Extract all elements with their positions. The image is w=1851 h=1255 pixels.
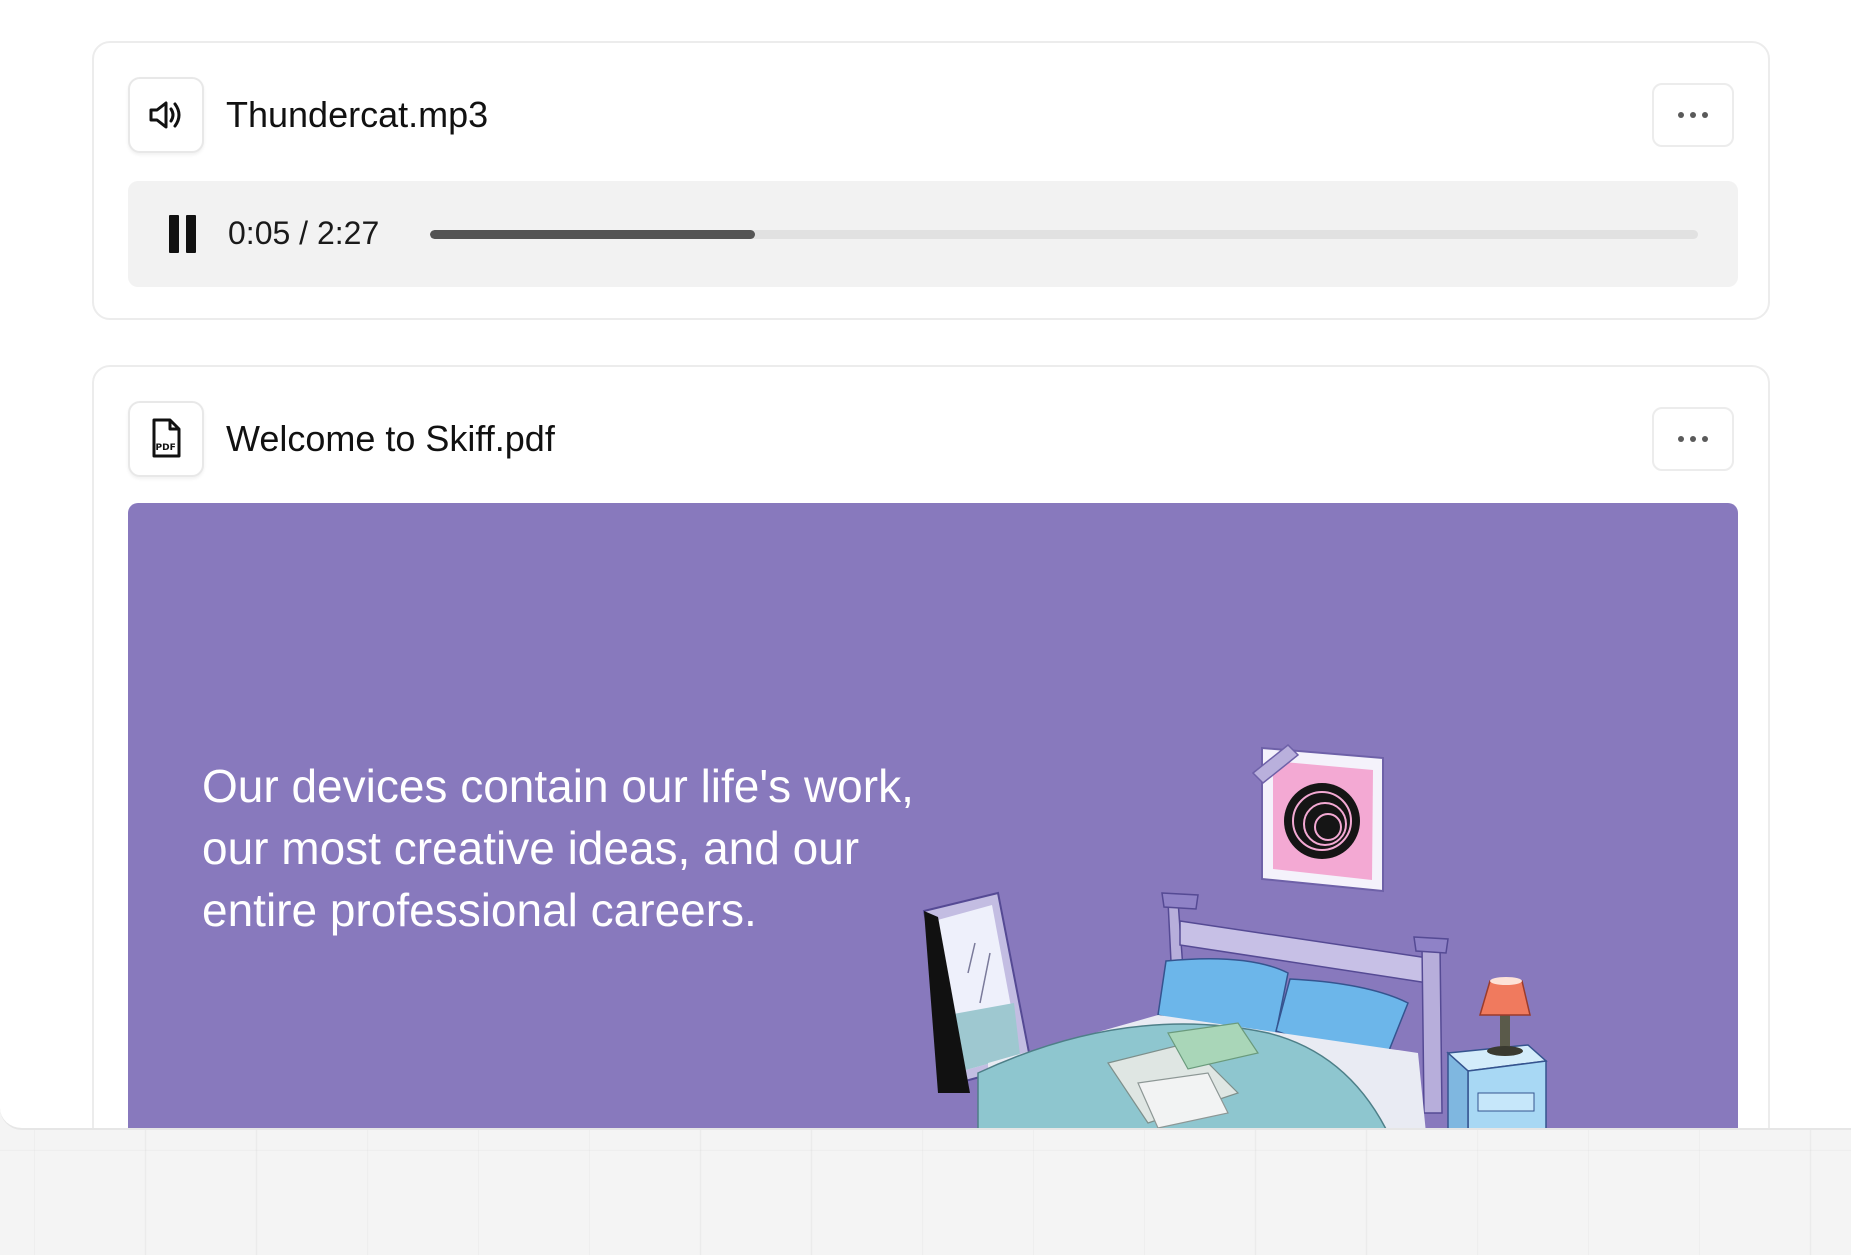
pdf-file-name[interactable]: Welcome to Skiff.pdf — [226, 417, 555, 461]
pause-icon — [169, 215, 179, 253]
pdf-attachment-card: PDF Welcome to Skiff.pdf Our devices con… — [92, 365, 1770, 1128]
playback-progress-bar[interactable] — [430, 230, 1698, 239]
message-attachments-panel: Thundercat.mp3 0:05 / 2:27 PDF Welcome t… — [0, 0, 1851, 1130]
playback-time: 0:05 / 2:27 — [228, 215, 380, 251]
audio-more-options-button[interactable] — [1652, 83, 1734, 147]
more-horizontal-icon — [1678, 112, 1684, 118]
svg-text:PDF: PDF — [156, 443, 176, 453]
pdf-file-icon: PDF — [152, 418, 181, 458]
audio-file-icon-box — [128, 77, 204, 153]
speaker-icon — [149, 101, 181, 129]
playback-progress-fill — [430, 230, 755, 239]
audio-player: 0:05 / 2:27 — [128, 181, 1738, 287]
nightstand-image — [1446, 977, 1548, 1128]
pause-button[interactable] — [164, 215, 200, 255]
pdf-file-icon-box: PDF — [128, 401, 204, 477]
more-horizontal-icon — [1678, 436, 1684, 442]
audio-file-name[interactable]: Thundercat.mp3 — [226, 93, 488, 137]
bed-image — [977, 892, 1449, 1128]
bedroom-illustration — [922, 743, 1548, 1128]
pdf-preview-text: Our devices contain our life's work, our… — [202, 760, 914, 936]
audio-attachment-card: Thundercat.mp3 0:05 / 2:27 — [92, 41, 1770, 320]
pdf-more-options-button[interactable] — [1652, 407, 1734, 471]
pdf-preview[interactable]: Our devices contain our life's work, our… — [128, 503, 1738, 1128]
poster-image — [1251, 743, 1384, 893]
